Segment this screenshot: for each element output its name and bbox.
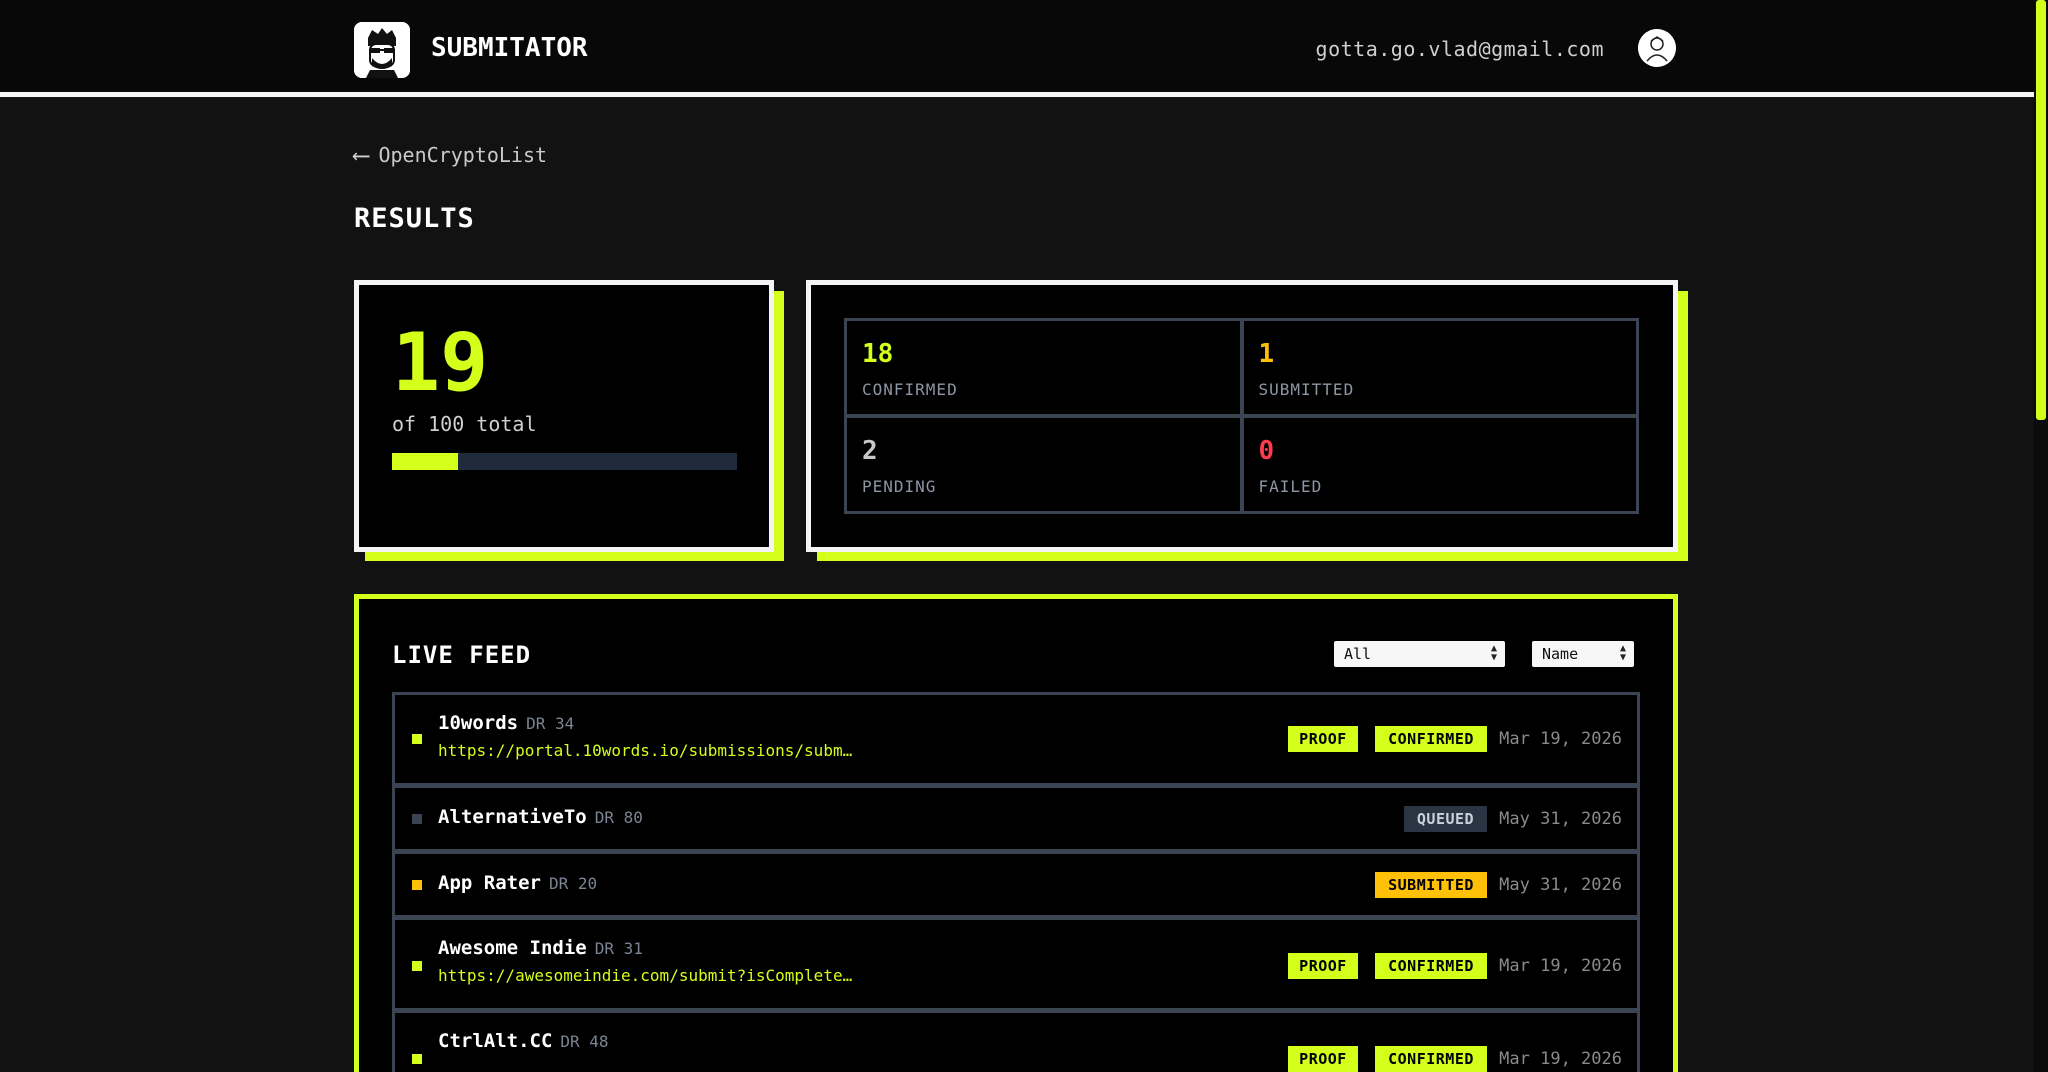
stat-pending-value: 2	[862, 436, 878, 466]
list-item[interactable]: CtrlAlt.CC DR 48 PROOF CONFIRMED Mar 19, …	[395, 1013, 1637, 1072]
row-date: May 31, 2026	[1499, 875, 1622, 895]
stat-confirmed-value: 18	[862, 339, 894, 369]
back-link[interactable]: ⟵ OpenCryptoList	[354, 141, 547, 169]
status-dot	[412, 734, 422, 744]
sort-value: Name	[1542, 645, 1579, 663]
site-dr: DR 80	[594, 808, 643, 827]
proof-badge[interactable]: PROOF	[1288, 726, 1358, 752]
status-badge: CONFIRMED	[1375, 726, 1487, 752]
site-dr: DR 31	[594, 939, 643, 958]
list-item[interactable]: 10words DR 34 https://portal.10words.io/s…	[395, 695, 1637, 783]
proof-badge[interactable]: PROOF	[1288, 1046, 1358, 1072]
stat-submitted-label: SUBMITTED	[1258, 380, 1355, 399]
stats-grid: 18 CONFIRMED 1 SUBMITTED 2 PENDING 0 FAI…	[844, 318, 1639, 514]
site-dr: DR 48	[560, 1032, 609, 1051]
list-item[interactable]: App Rater DR 20 SUBMITTED May 31, 2026	[395, 854, 1637, 915]
page-title: RESULTS	[354, 203, 475, 234]
stat-failed: 0 FAILED	[1243, 418, 1636, 511]
page: SUBMITATOR gotta.go.vlad@gmail.com ⟵ Ope…	[0, 0, 2048, 1072]
progress-bar-fill	[392, 453, 458, 470]
back-link-label: OpenCryptoList	[378, 143, 548, 167]
row-date: Mar 19, 2026	[1499, 956, 1622, 976]
status-dot	[412, 880, 422, 890]
stat-confirmed: 18 CONFIRMED	[847, 321, 1240, 414]
live-feed-panel: LIVE FEED All ▲ ▼ Name ▲ ▼ 10words DR 34 ht…	[354, 594, 1678, 1072]
stat-pending: 2 PENDING	[847, 418, 1240, 511]
status-dot	[412, 961, 422, 971]
site-name: App Rater DR 20	[438, 872, 598, 894]
stats-card: 18 CONFIRMED 1 SUBMITTED 2 PENDING 0 FAI…	[806, 280, 1678, 552]
status-badge: CONFIRMED	[1375, 953, 1487, 979]
user-email: gotta.go.vlad@gmail.com	[1315, 37, 1604, 61]
row-date: Mar 19, 2026	[1499, 729, 1622, 749]
status-filter-select[interactable]: All ▲ ▼	[1334, 641, 1505, 667]
stat-submitted: 1 SUBMITTED	[1243, 321, 1636, 414]
status-dot	[412, 814, 422, 824]
stat-pending-label: PENDING	[862, 477, 937, 496]
submission-url[interactable]: https://awesomeindie.com/submit?isComple…	[438, 966, 852, 985]
feed-list: 10words DR 34 https://portal.10words.io/s…	[392, 692, 1640, 1072]
row-date: Mar 19, 2026	[1499, 1049, 1622, 1069]
row-date: May 31, 2026	[1499, 809, 1622, 829]
stat-failed-label: FAILED	[1258, 477, 1323, 496]
done-count: 19	[392, 316, 489, 409]
proof-badge[interactable]: PROOF	[1288, 953, 1358, 979]
status-dot	[412, 1054, 422, 1064]
status-badge: QUEUED	[1404, 806, 1487, 832]
stat-confirmed-label: CONFIRMED	[862, 380, 958, 399]
status-badge: SUBMITTED	[1375, 872, 1487, 898]
user-avatar[interactable]	[1638, 29, 1676, 67]
site-name: Awesome Indie DR 31	[438, 937, 643, 959]
stat-failed-value: 0	[1258, 436, 1275, 466]
status-filter-value: All	[1344, 645, 1372, 663]
scrollbar-thumb[interactable]	[2036, 0, 2046, 420]
brand-name[interactable]: SUBMITATOR	[431, 33, 588, 63]
list-item[interactable]: Awesome Indie DR 31 https://awesomeindie.…	[395, 920, 1637, 1008]
submission-url[interactable]: https://portal.10words.io/submissions/su…	[438, 741, 852, 760]
status-badge: CONFIRMED	[1375, 1046, 1487, 1072]
total-text: of 100 total	[392, 412, 537, 436]
site-name: 10words DR 34	[438, 712, 575, 734]
site-name: CtrlAlt.CC DR 48	[438, 1030, 609, 1052]
list-item[interactable]: AlternativeTo DR 80 QUEUED May 31, 2026	[395, 788, 1637, 849]
stat-submitted-value: 1	[1258, 339, 1275, 369]
select-arrows-icon: ▲ ▼	[1490, 643, 1497, 663]
progress-bar	[392, 453, 737, 470]
select-arrows-icon: ▲ ▼	[1619, 643, 1626, 663]
site-name: AlternativeTo DR 80	[438, 806, 643, 828]
site-dr: DR 20	[548, 874, 598, 893]
sort-select[interactable]: Name ▲ ▼	[1532, 641, 1634, 667]
top-header: SUBMITATOR gotta.go.vlad@gmail.com	[0, 0, 2034, 97]
progress-card: 19 of 100 total	[354, 280, 774, 552]
arrow-left-icon: ⟵	[354, 141, 369, 169]
live-feed-title: LIVE FEED	[392, 641, 532, 669]
brand-logo-icon[interactable]	[354, 22, 410, 78]
site-dr: DR 34	[526, 714, 575, 733]
